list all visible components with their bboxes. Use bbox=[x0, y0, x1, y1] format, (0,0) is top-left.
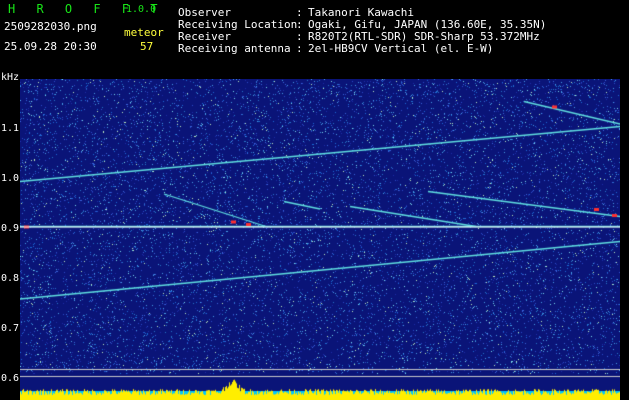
y-tick-label: 0.6 bbox=[1, 373, 20, 384]
info-key-antenna: Receiving antenna bbox=[178, 42, 291, 55]
y-axis-unit: kHz bbox=[1, 72, 20, 83]
y-tick-label: 1.0 bbox=[1, 173, 20, 184]
info-value-antenna: 2el-HB9CV Vertical (el. E-W) bbox=[308, 42, 494, 55]
spectrogram-canvas bbox=[20, 79, 620, 400]
info-sep: : bbox=[296, 42, 303, 55]
app-version: 1.0.0 bbox=[126, 4, 157, 15]
meteor-count: 57 bbox=[140, 40, 154, 53]
file-name: 2509282030.png bbox=[4, 20, 97, 33]
y-tick-label: 0.8 bbox=[1, 273, 20, 284]
y-tick-label: 0.9 bbox=[1, 223, 20, 234]
y-tick-label: 1.1 bbox=[1, 123, 20, 134]
y-tick-label: 0.7 bbox=[1, 323, 20, 334]
hrofft-window: H R O F F T 1.0.0 2509282030.png 25.09.2… bbox=[0, 0, 629, 400]
meteor-label: meteor bbox=[124, 26, 164, 39]
file-datetime: 25.09.28 20:30 bbox=[4, 40, 97, 53]
